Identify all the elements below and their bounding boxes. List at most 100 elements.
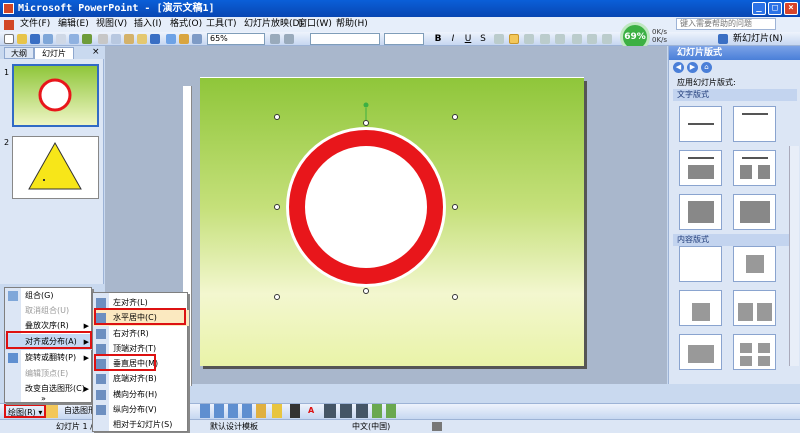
selection-handle-left[interactable] <box>274 204 280 210</box>
layout-blank[interactable] <box>679 246 722 282</box>
layout-vertical-text[interactable] <box>679 194 722 230</box>
menu-insert[interactable]: 插入(I) <box>134 17 162 32</box>
menu-slideshow[interactable]: 幻灯片放映(D) <box>244 17 303 32</box>
layout-two-content[interactable] <box>733 290 776 326</box>
close-button[interactable]: × <box>784 2 798 15</box>
red-ring-shape[interactable] <box>289 130 443 284</box>
oval-icon[interactable] <box>242 404 252 418</box>
indent-icon[interactable] <box>602 34 612 44</box>
undo-icon[interactable] <box>150 34 160 44</box>
dash-style-icon[interactable] <box>340 404 352 418</box>
slide-thumbnail-1[interactable] <box>12 64 99 127</box>
format-painter-icon[interactable] <box>137 34 147 44</box>
bold-button[interactable]: B <box>432 34 444 44</box>
save-icon[interactable] <box>30 34 40 44</box>
menu-edit[interactable]: 编辑(E) <box>58 17 89 32</box>
numbering-icon[interactable] <box>540 34 550 44</box>
home-icon[interactable]: ⌂ <box>701 62 712 73</box>
textbox-icon[interactable] <box>256 404 266 418</box>
menu-item-distribute-vertically[interactable]: 纵向分布(V) <box>93 402 189 418</box>
rectangle-icon[interactable] <box>228 404 238 418</box>
menu-file[interactable]: 文件(F) <box>20 17 50 32</box>
menu-item-rotate-flip[interactable]: 旋转或翻转(P) ▶ <box>5 350 93 366</box>
draw-menu-button[interactable]: 绘图(R) ▾ <box>4 404 47 418</box>
bullets-icon[interactable] <box>555 34 565 44</box>
menu-item-distribute-horizontally[interactable]: 横向分布(H) <box>93 387 189 403</box>
new-slide-button[interactable]: 新幻灯片(N) <box>733 33 783 45</box>
font-color-icon[interactable]: A <box>306 404 316 418</box>
shadow-button[interactable]: S <box>477 34 489 44</box>
layout-title-only[interactable] <box>733 106 776 142</box>
chart-icon[interactable] <box>166 34 176 44</box>
menu-item-align-bottom[interactable]: 底端对齐(B) <box>93 371 189 387</box>
permission-icon[interactable] <box>43 34 53 44</box>
task-pane-scrollbar[interactable] <box>789 146 799 366</box>
table-icon[interactable] <box>179 34 189 44</box>
menu-item-group[interactable]: 组合(G) <box>5 288 93 304</box>
menu-item-change-shape[interactable]: 改变自选图形(C) ▶ <box>5 381 93 397</box>
fill-color-icon[interactable] <box>272 404 282 418</box>
selection-handle-bottom-right[interactable] <box>452 294 458 300</box>
selection-handle-bottom-left[interactable] <box>274 294 280 300</box>
preview-icon[interactable] <box>69 34 79 44</box>
line-icon[interactable] <box>200 404 210 418</box>
panel-close-icon[interactable]: × <box>92 47 100 57</box>
shadow-style-icon[interactable] <box>372 404 382 418</box>
grid-icon[interactable] <box>192 34 202 44</box>
expand-menu-icon[interactable]: » <box>41 394 46 403</box>
menu-item-relative-to-slide[interactable]: 相对于幻灯片(S) <box>93 417 189 433</box>
layout-two-column-text[interactable] <box>733 150 776 186</box>
spelling-icon[interactable] <box>82 34 92 44</box>
line-style-icon[interactable] <box>324 404 336 418</box>
layout-vertical-title-text[interactable] <box>733 194 776 230</box>
3d-style-icon[interactable] <box>386 404 396 418</box>
selection-handle-right[interactable] <box>452 204 458 210</box>
increase-font-icon[interactable] <box>572 34 582 44</box>
align-center-icon[interactable] <box>509 34 519 44</box>
font-name-select[interactable] <box>310 33 380 45</box>
layout-four-content[interactable] <box>733 334 776 370</box>
forward-icon[interactable]: ▶ <box>687 62 698 73</box>
align-right-icon[interactable] <box>524 34 534 44</box>
tab-slides[interactable]: 幻灯片 <box>34 47 74 59</box>
print-icon[interactable] <box>56 34 66 44</box>
layout-title-slide[interactable] <box>679 106 722 142</box>
design-icon[interactable] <box>718 34 728 44</box>
menu-item-align-right[interactable]: 右对齐(R) <box>93 326 189 342</box>
new-icon[interactable] <box>4 34 14 44</box>
menu-view[interactable]: 视图(V) <box>96 17 127 32</box>
select-objects-icon[interactable] <box>46 404 58 418</box>
help-search-input[interactable]: 键入需要帮助的问题 <box>676 18 776 30</box>
font-size-select[interactable] <box>384 33 424 45</box>
back-icon[interactable]: ◀ <box>673 62 684 73</box>
arrow-icon[interactable] <box>214 404 224 418</box>
arrow-style-icon[interactable] <box>356 404 368 418</box>
menu-tools[interactable]: 工具(T) <box>206 17 237 32</box>
help-icon[interactable] <box>270 34 280 44</box>
italic-button[interactable]: I <box>447 34 459 44</box>
slide-canvas[interactable] <box>200 78 584 366</box>
slide-thumbnail-2[interactable] <box>12 136 99 199</box>
align-left-icon[interactable] <box>494 34 504 44</box>
layout-title-content[interactable] <box>679 290 722 326</box>
decrease-font-icon[interactable] <box>587 34 597 44</box>
layout-title-text[interactable] <box>679 150 722 186</box>
selection-handle-top[interactable] <box>363 120 369 126</box>
underline-button[interactable]: U <box>462 34 474 44</box>
minimize-button[interactable]: _ <box>752 2 766 15</box>
tab-outline[interactable]: 大纲 <box>4 47 34 59</box>
cut-icon[interactable] <box>98 34 108 44</box>
copy-icon[interactable] <box>111 34 121 44</box>
maximize-button[interactable]: □ <box>768 2 782 15</box>
selection-handle-top-right[interactable] <box>452 114 458 120</box>
layout-title-content-2[interactable] <box>679 334 722 370</box>
rotate-handle[interactable] <box>363 102 369 108</box>
paste-icon[interactable] <box>124 34 134 44</box>
open-icon[interactable] <box>17 34 27 44</box>
selection-handle-top-left[interactable] <box>274 114 280 120</box>
menu-window[interactable]: 窗口(W) <box>298 17 332 32</box>
zoom-select[interactable]: 65% <box>207 33 265 45</box>
expand-icon[interactable] <box>284 34 294 44</box>
line-color-icon[interactable] <box>290 404 300 418</box>
selection-handle-bottom[interactable] <box>363 288 369 294</box>
